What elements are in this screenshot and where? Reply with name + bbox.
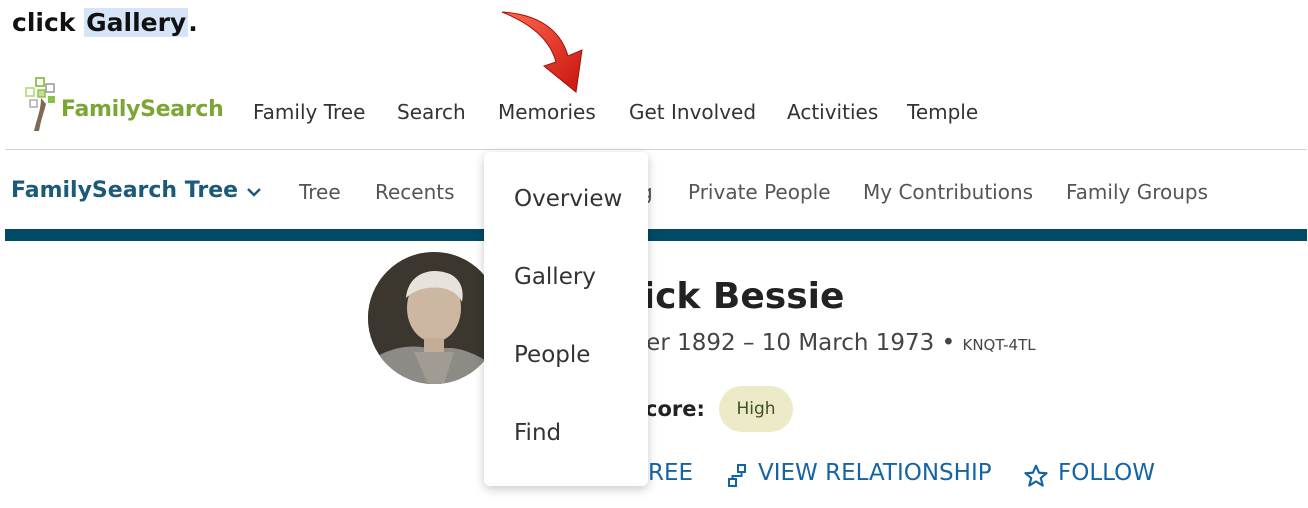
menu-item-people[interactable]: People [514, 342, 590, 368]
menu-item-gallery[interactable]: Gallery [514, 264, 596, 290]
nav-divider [5, 149, 1307, 150]
top-navigation: FamilySearch Family Tree Search Memories… [0, 70, 1308, 150]
menu-item-overview[interactable]: Overview [514, 186, 622, 212]
instruction-prefix: click [12, 8, 85, 37]
dates-separator: • [934, 330, 963, 356]
relationship-icon[interactable] [726, 463, 748, 489]
instruction-text: click Gallery. [12, 8, 198, 37]
menu-item-find[interactable]: Find [514, 420, 561, 446]
sub-nav-private-people[interactable]: Private People [688, 180, 831, 204]
nav-temple[interactable]: Temple [907, 100, 978, 124]
tree-logo-icon[interactable] [24, 76, 64, 134]
logo-text[interactable]: FamilySearch [61, 97, 224, 122]
avatar[interactable] [368, 252, 500, 384]
person-name: rick Bessie [625, 276, 845, 317]
follow-button[interactable]: FOLLOW [1058, 460, 1155, 486]
nav-memories[interactable]: Memories [498, 100, 596, 124]
chevron-down-icon[interactable] [246, 186, 262, 198]
sub-nav-my-contributions[interactable]: My Contributions [863, 180, 1033, 204]
memories-dropdown-menu: Overview Gallery People Find [484, 152, 648, 486]
sub-nav-tree[interactable]: Tree [299, 180, 341, 204]
familysearch-tree-title[interactable]: FamilySearch Tree [11, 178, 238, 203]
person-id: KNQT-4TL [962, 336, 1036, 354]
sub-nav-recents[interactable]: Recents [375, 180, 455, 204]
person-dates: nber 1892 – 10 March 1973 • KNQT-4TL [617, 330, 1036, 356]
view-tree-button[interactable]: REE [648, 460, 693, 486]
star-icon[interactable] [1023, 463, 1049, 489]
score-badge[interactable]: High [719, 386, 793, 432]
instruction-target: Gallery [84, 8, 189, 37]
view-relationship-button[interactable]: VIEW RELATIONSHIP [758, 460, 992, 486]
score-label: core: [645, 397, 705, 421]
nav-get-involved[interactable]: Get Involved [629, 100, 756, 124]
nav-family-tree[interactable]: Family Tree [253, 100, 365, 124]
header-bar [5, 229, 1307, 241]
life-dates: nber 1892 – 10 March 1973 [617, 330, 935, 356]
sub-navigation: FamilySearch Tree Tree Recents g Private… [0, 160, 1308, 230]
sub-nav-family-groups[interactable]: Family Groups [1066, 180, 1208, 204]
instruction-suffix: . [188, 8, 198, 37]
nav-activities[interactable]: Activities [787, 100, 878, 124]
nav-search[interactable]: Search [397, 100, 466, 124]
